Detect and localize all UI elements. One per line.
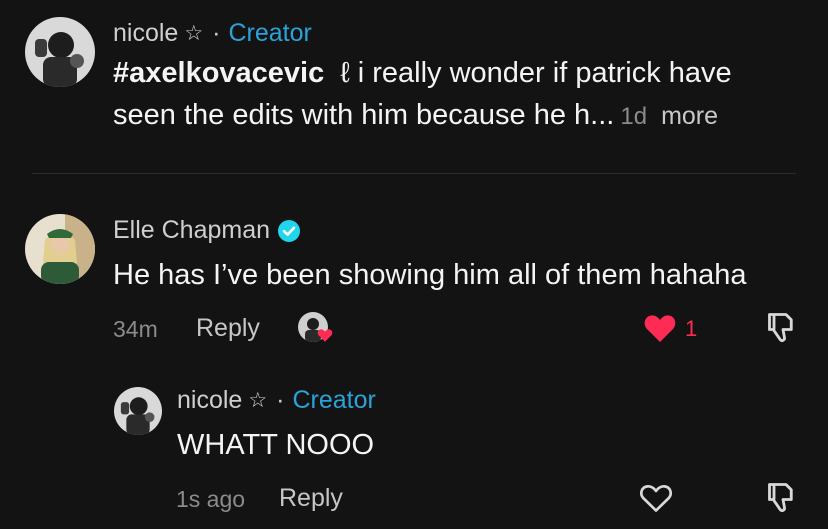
comment1-separator: · [212, 19, 221, 47]
comment1-text-line1: #axelkovacevic ℓ i really wonder if patr… [113, 53, 732, 94]
comment2-dislike-button[interactable] [762, 310, 798, 346]
comment1-header: nicole ☆ · Creator [113, 19, 312, 48]
comment1-star-icon: ☆ [184, 22, 204, 45]
avatar-nicole-image [25, 17, 95, 87]
comment1-creator-badge: Creator [228, 19, 312, 47]
reply1-author[interactable]: nicole [177, 386, 242, 415]
comment2-reply-button[interactable]: Reply [196, 314, 260, 343]
comment1-emoji: ℓ [340, 57, 350, 89]
divider [32, 173, 796, 174]
comment1-text-part2: seen the edits with him because he h... [113, 99, 615, 131]
reply1-star-icon: ☆ [248, 389, 268, 412]
comment1-hashtag[interactable]: #axelkovacevic [113, 57, 324, 89]
comment2-author[interactable]: Elle Chapman [113, 216, 270, 245]
heart-outline-icon [640, 484, 672, 512]
comment2-like-button[interactable] [642, 310, 678, 344]
avatar-nicole-reply-image [114, 387, 162, 435]
reply1-time: 1s ago [176, 486, 246, 512]
comment1-time: 1d [620, 103, 648, 130]
comment2-header: Elle Chapman [113, 216, 301, 245]
comment2-like-count: 1 [685, 316, 698, 341]
avatar-elle-chapman[interactable] [25, 214, 95, 284]
comment1-text-part1: i really wonder if patrick have [349, 57, 732, 89]
reply1-creator-badge: Creator [292, 386, 376, 414]
creator-liked-heart-icon [316, 326, 334, 344]
dislike-icon [768, 483, 793, 513]
comment2-time: 34m [113, 316, 158, 342]
comment1-author[interactable]: nicole [113, 19, 178, 48]
reply1-dislike-button[interactable] [762, 480, 798, 516]
comment1-more-link[interactable]: more [661, 102, 718, 130]
avatar-elle-image [25, 214, 95, 284]
heart-filled-icon [644, 315, 676, 342]
reply1-like-button[interactable] [638, 480, 674, 514]
verified-badge-icon [278, 219, 301, 242]
dislike-icon [768, 313, 793, 343]
reply1-separator: · [276, 386, 285, 414]
avatar-nicole-reply[interactable] [114, 387, 162, 435]
comment1-text-line2: seen the edits with him because he h... 1… [113, 95, 718, 137]
reply1-text: WHATT NOOO [177, 429, 375, 461]
reply1-header: nicole ☆ · Creator [177, 386, 376, 415]
avatar-nicole[interactable] [25, 17, 95, 87]
reply1-reply-button[interactable]: Reply [279, 484, 343, 513]
comment2-text: He has I’ve been showing him all of them… [113, 259, 747, 291]
